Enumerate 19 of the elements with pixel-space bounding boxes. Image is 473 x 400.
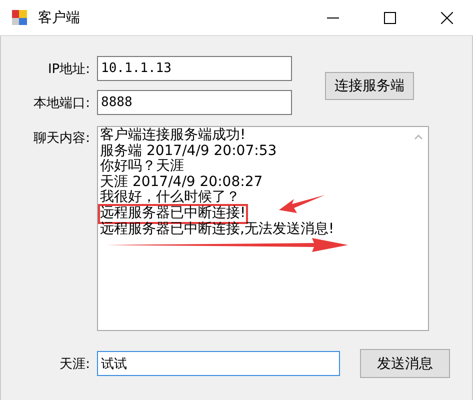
send-button[interactable]: 发送消息 <box>360 349 450 378</box>
port-field[interactable]: 8888 <box>97 90 292 115</box>
port-label: 本地端口: <box>32 94 91 112</box>
app-icon <box>11 9 28 26</box>
close-icon[interactable] <box>441 12 453 24</box>
chat-label: 聊天内容: <box>32 130 91 148</box>
connect-button[interactable]: 连接服务端 <box>325 72 414 100</box>
arrow <box>278 194 326 216</box>
ip-label: IP地址: <box>46 60 91 78</box>
maximize-icon[interactable] <box>384 12 396 24</box>
chat-message: 你好吗？天涯 <box>99 157 185 174</box>
chat-message: 我很好，什么时候了？ <box>99 188 241 206</box>
chat-message: 客户端连接服务端成功! <box>99 126 247 144</box>
ip-field[interactable]: 10.1.1.13 <box>97 56 292 81</box>
chat-message: 服务端 2017/4/9 20:07:53 <box>99 142 278 159</box>
chat-message: 天涯 2017/4/9 20:08:27 <box>99 172 264 190</box>
message-field[interactable]: 试试 <box>97 351 340 376</box>
window-title: 客户端 <box>38 8 81 26</box>
name-label: 天涯: <box>58 356 91 372</box>
